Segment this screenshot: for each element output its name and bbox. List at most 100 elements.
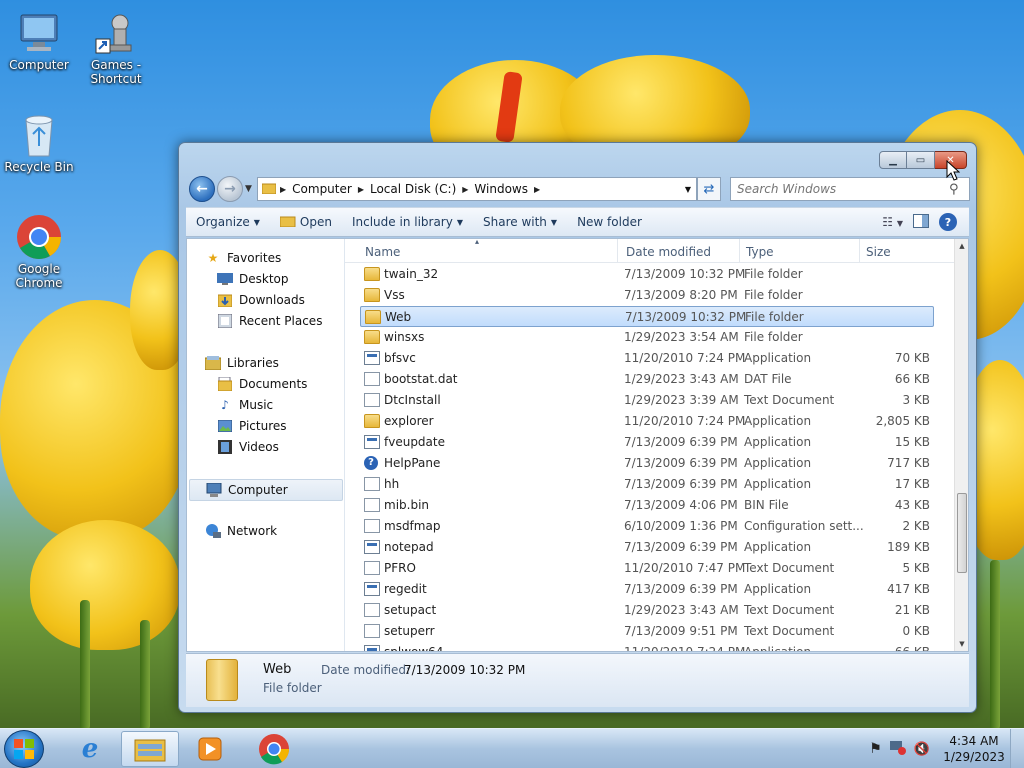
file-row[interactable]: hh 7/13/2009 6:39 PM Application 17 KB xyxy=(360,474,934,495)
taskbar-media-player[interactable] xyxy=(181,731,239,767)
nav-downloads[interactable]: Downloads xyxy=(217,293,305,307)
libraries-icon xyxy=(205,356,221,370)
computer-icon xyxy=(15,10,63,56)
clock[interactable]: 4:34 AM 1/29/2023 xyxy=(938,733,1010,765)
file-date: 7/13/2009 6:39 PM xyxy=(624,582,738,596)
nav-computer[interactable]: Computer xyxy=(189,479,343,501)
clock-time: 4:34 AM xyxy=(949,734,999,748)
file-row[interactable]: bootstat.dat 1/29/2023 3:43 AM DAT File 66 … xyxy=(360,369,934,390)
file-row[interactable]: setupact 1/29/2023 3:43 AM Text Document 21… xyxy=(360,600,934,621)
nav-network[interactable]: Network xyxy=(205,524,277,538)
share-with-button[interactable]: Share with ▼ xyxy=(473,215,567,229)
action-center-flag-icon[interactable]: ⚑ xyxy=(869,741,882,757)
breadcrumb-separator[interactable]: ▶ xyxy=(534,185,540,194)
file-type: File folder xyxy=(744,330,803,344)
file-size: 717 KB xyxy=(887,456,930,470)
search-input[interactable] xyxy=(731,182,949,196)
pictures-icon xyxy=(217,419,233,433)
help-icon: ? xyxy=(364,456,378,470)
file-row[interactable]: notepad 7/13/2009 6:39 PM Application 189 K… xyxy=(360,537,934,558)
nav-pictures[interactable]: Pictures xyxy=(217,419,287,433)
column-header-name[interactable]: Name xyxy=(365,245,400,259)
open-button[interactable]: Open xyxy=(270,215,342,230)
minimize-button[interactable]: ▁ xyxy=(879,151,907,169)
file-row[interactable]: winsxs 1/29/2023 3:54 AM File folder xyxy=(360,327,934,348)
address-bar[interactable]: ▶ Computer ▶ Local Disk (C:) ▶ Windows ▶… xyxy=(257,177,697,201)
file-date: 11/20/2010 7:24 PM xyxy=(624,414,746,428)
column-header-size[interactable]: Size xyxy=(866,245,891,259)
network-status-icon[interactable] xyxy=(889,740,906,758)
breadcrumb-computer[interactable]: Computer xyxy=(286,182,358,196)
breadcrumb-windows[interactable]: Windows xyxy=(468,182,534,196)
file-type: Application xyxy=(744,540,812,554)
file-date: 7/13/2009 9:51 PM xyxy=(624,624,738,638)
nav-desktop[interactable]: Desktop xyxy=(217,272,289,286)
file-date: 11/20/2010 7:24 PM xyxy=(624,645,745,651)
back-button[interactable]: ← xyxy=(189,176,215,202)
file-date: 1/29/2023 3:43 AM xyxy=(624,603,739,617)
scroll-up-arrow-icon[interactable]: ▲ xyxy=(955,239,969,253)
file-row[interactable]: explorer 11/20/2010 7:24 PM Application 2,8… xyxy=(360,411,934,432)
file-name: msdfmap xyxy=(384,519,441,533)
preview-pane-icon[interactable] xyxy=(913,213,929,231)
desktop-icon-games-shortcut[interactable]: Games - Shortcut xyxy=(78,10,154,86)
taskbar-windows-explorer[interactable] xyxy=(121,731,179,767)
document-icon xyxy=(364,561,380,575)
file-row[interactable]: DtcInstall 1/29/2023 3:39 AM Text Document… xyxy=(360,390,934,411)
file-row[interactable]: twain_32 7/13/2009 10:32 PM File folder xyxy=(360,264,934,285)
file-name: bfsvc xyxy=(384,351,416,365)
help-icon[interactable]: ? xyxy=(939,213,957,231)
file-row[interactable]: bfsvc 11/20/2010 7:24 PM Application 70 KB xyxy=(360,348,934,369)
document-icon xyxy=(364,603,380,617)
file-row[interactable]: Vss 7/13/2009 8:20 PM File folder xyxy=(360,285,934,306)
organize-button[interactable]: Organize ▼ xyxy=(186,215,270,229)
column-header-date[interactable]: Date modified xyxy=(626,245,711,259)
file-row[interactable]: PFRO 11/20/2010 7:47 PM Text Document 5 KB xyxy=(360,558,934,579)
forward-button[interactable]: → xyxy=(217,176,243,202)
file-row[interactable]: Web 7/13/2009 10:32 PM File folder xyxy=(360,306,934,327)
search-box[interactable]: ⚲ xyxy=(730,177,970,201)
desktop-icon-recycle-bin[interactable]: Recycle Bin xyxy=(1,112,77,174)
refresh-button[interactable]: ⇄ xyxy=(697,177,721,201)
recent-pages-dropdown[interactable]: ▼ xyxy=(245,184,252,194)
breadcrumb-local-disk[interactable]: Local Disk (C:) xyxy=(364,182,462,196)
file-row[interactable]: msdfmap 6/10/2009 1:36 PM Configuration se… xyxy=(360,516,934,537)
new-folder-button[interactable]: New folder xyxy=(567,215,652,229)
videos-icon xyxy=(217,440,233,454)
explorer-window: ▁ ▭ ✕ ← → ▼ ▶ Computer ▶ Local Disk (C:)… xyxy=(178,142,977,713)
file-row[interactable]: mib.bin 7/13/2009 4:06 PM BIN File 43 KB xyxy=(360,495,934,516)
file-name: explorer xyxy=(384,414,434,428)
file-row[interactable]: splwow64 11/20/2010 7:24 PMApplication 66 … xyxy=(360,642,934,651)
vertical-scrollbar[interactable]: ▲ ▼ xyxy=(954,239,968,651)
maximize-button[interactable]: ▭ xyxy=(907,151,935,169)
address-dropdown-icon[interactable]: ▼ xyxy=(680,185,696,194)
desktop-icon-computer[interactable]: Computer xyxy=(1,10,77,72)
view-options-icon[interactable]: ☷ ▼ xyxy=(882,215,903,229)
file-date: 1/29/2023 3:54 AM xyxy=(624,330,739,344)
scroll-down-arrow-icon[interactable]: ▼ xyxy=(955,637,969,651)
file-size: 70 KB xyxy=(894,351,930,365)
desktop-icon-google-chrome[interactable]: Google Chrome xyxy=(1,214,77,290)
taskbar-google-chrome[interactable] xyxy=(245,731,303,767)
file-row[interactable]: setuperr 7/13/2009 9:51 PM Text Document 0 … xyxy=(360,621,934,642)
file-row[interactable]: regedit 7/13/2009 6:39 PM Application 417 K… xyxy=(360,579,934,600)
column-header-type[interactable]: Type xyxy=(746,245,774,259)
file-type: File folder xyxy=(744,267,803,281)
taskbar-internet-explorer[interactable]: e xyxy=(61,731,119,767)
file-name: twain_32 xyxy=(384,267,439,281)
scroll-thumb[interactable] xyxy=(957,493,967,573)
include-in-library-button[interactable]: Include in library ▼ xyxy=(342,215,473,229)
nav-music[interactable]: ♪ Music xyxy=(217,398,273,412)
nav-videos[interactable]: Videos xyxy=(217,440,279,454)
nav-favorites[interactable]: ★ Favorites xyxy=(205,251,282,265)
show-desktop-button[interactable] xyxy=(1010,729,1024,768)
file-row[interactable]: fveupdate 7/13/2009 6:39 PM Application 15 … xyxy=(360,432,934,453)
start-button[interactable] xyxy=(4,730,44,768)
volume-muted-icon[interactable]: 🔇 xyxy=(914,742,930,757)
nav-label: Music xyxy=(239,398,274,412)
nav-recent-places[interactable]: Recent Places xyxy=(217,314,322,328)
file-row[interactable]: ? HelpPane 7/13/2009 6:39 PM Application 717… xyxy=(360,453,934,474)
nav-libraries[interactable]: Libraries xyxy=(205,356,279,370)
desktop-icon-label: Computer xyxy=(9,58,69,72)
nav-documents[interactable]: Documents xyxy=(217,377,307,391)
